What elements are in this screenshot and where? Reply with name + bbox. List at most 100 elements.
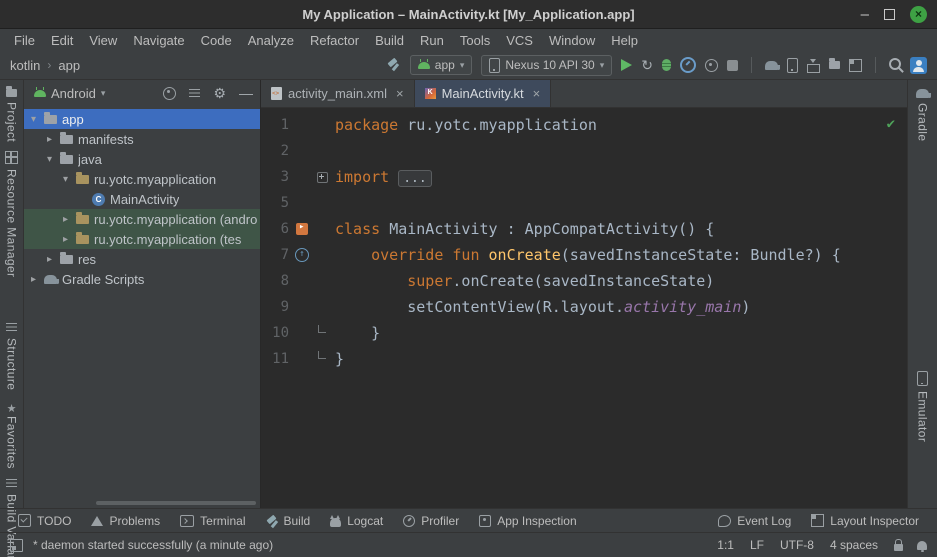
tool-button-favorites[interactable]: Favorites: [5, 399, 19, 469]
tool-button-project[interactable]: Project: [5, 89, 19, 142]
code-text[interactable]: }: [335, 324, 380, 342]
chevron-right-icon[interactable]: ▸: [44, 254, 55, 265]
menu-navigate[interactable]: Navigate: [125, 33, 192, 48]
sdk-manager-icon[interactable]: [807, 64, 820, 73]
status-message[interactable]: * daemon started successfully (a minute …: [33, 538, 273, 552]
fold-plus-icon[interactable]: [317, 172, 328, 183]
menu-build[interactable]: Build: [367, 33, 412, 48]
chevron-right-icon[interactable]: ▸: [60, 234, 71, 245]
tree-item-gradle-scripts[interactable]: ▸Gradle Scripts: [24, 269, 260, 289]
debug-button[interactable]: [662, 59, 671, 71]
tree-item-mainactivity[interactable]: MainActivity: [24, 189, 260, 209]
code-text[interactable]: super.onCreate(savedInstanceState): [335, 272, 714, 290]
chevron-down-icon[interactable]: ▾: [44, 154, 55, 165]
maximize-button[interactable]: [884, 9, 895, 20]
tree-item-app[interactable]: ▾app: [24, 109, 260, 129]
status-line-separator[interactable]: LF: [750, 538, 764, 552]
fold-end-icon[interactable]: [318, 325, 326, 333]
chevron-right-icon[interactable]: ▸: [28, 274, 39, 285]
device-manager-icon[interactable]: [787, 58, 798, 73]
device-file-explorer-icon[interactable]: [829, 61, 840, 69]
profile-avatar[interactable]: [910, 57, 927, 74]
close-tab-icon[interactable]: ×: [396, 86, 404, 101]
chevron-down-icon[interactable]: ▾: [60, 174, 71, 185]
menu-tools[interactable]: Tools: [452, 33, 498, 48]
code-text[interactable]: }: [335, 350, 344, 368]
run-button[interactable]: [621, 59, 632, 71]
attach-debugger-icon[interactable]: [705, 59, 718, 72]
tool-button-app-inspection[interactable]: App Inspection: [469, 514, 586, 528]
bottom-left-group: TODOProblemsTerminalBuildLogcatProfilerA…: [8, 514, 587, 528]
hide-panel-icon[interactable]: —: [239, 86, 253, 100]
tool-button-logcat[interactable]: Logcat: [320, 514, 393, 528]
status-indent-style[interactable]: 4 spaces: [830, 538, 878, 552]
chevron-right-icon[interactable]: ▸: [44, 134, 55, 145]
gutter-icon-slot: [289, 223, 315, 235]
tool-button-profiler[interactable]: Profiler: [393, 514, 469, 528]
chevron-right-icon[interactable]: ▸: [60, 214, 71, 225]
menu-file[interactable]: File: [6, 33, 43, 48]
tree-item-ru-yotc-myapplication-andro[interactable]: ▸ru.yotc.myapplication (andro: [24, 209, 260, 229]
menu-vcs[interactable]: VCS: [498, 33, 541, 48]
profile-button[interactable]: [680, 57, 696, 73]
lock-icon[interactable]: [894, 544, 903, 551]
sync-gradle-icon[interactable]: [765, 61, 778, 70]
layout-validation-icon[interactable]: [849, 59, 862, 72]
menu-help[interactable]: Help: [603, 33, 646, 48]
collapse-all-icon[interactable]: [189, 88, 200, 99]
code-text[interactable]: import ...: [335, 168, 432, 186]
horizontal-scrollbar[interactable]: [96, 501, 256, 505]
tool-button-build[interactable]: Build: [256, 514, 321, 528]
menu-code[interactable]: Code: [193, 33, 240, 48]
titlebar[interactable]: My Application – MainActivity.kt [My_App…: [0, 0, 937, 29]
tab-mainactivity-kt[interactable]: MainActivity.kt×: [415, 80, 552, 107]
tab-activity-main-xml[interactable]: activity_main.xml×: [261, 80, 415, 107]
stop-button[interactable]: [727, 60, 738, 71]
apply-changes-icon[interactable]: ↻: [641, 58, 653, 72]
run-configuration-select[interactable]: app ▾: [410, 55, 473, 75]
device-select[interactable]: Nexus 10 API 30 ▾: [481, 55, 612, 76]
menu-refactor[interactable]: Refactor: [302, 33, 367, 48]
menu-run[interactable]: Run: [412, 33, 452, 48]
chevron-down-icon[interactable]: ▾: [28, 114, 39, 125]
menu-window[interactable]: Window: [541, 33, 603, 48]
fold-end-icon[interactable]: [318, 351, 326, 359]
tree-item-manifests[interactable]: ▸manifests: [24, 129, 260, 149]
breadcrumb-project[interactable]: kotlin: [10, 58, 40, 73]
close-tab-icon[interactable]: ×: [533, 86, 541, 101]
tool-button-layout-inspector[interactable]: Layout Inspector: [801, 514, 929, 528]
code-text[interactable]: override fun onCreate(savedInstanceState…: [335, 246, 841, 264]
status-caret-position[interactable]: 1:1: [717, 538, 734, 552]
code-text[interactable]: class MainActivity : AppCompatActivity()…: [335, 220, 714, 238]
status-encoding[interactable]: UTF-8: [780, 538, 814, 552]
tool-button-todo[interactable]: TODO: [8, 514, 81, 528]
search-icon[interactable]: [889, 58, 901, 70]
tree-item-java[interactable]: ▾java: [24, 149, 260, 169]
tool-button-structure[interactable]: Structure: [5, 322, 19, 390]
tree-item-ru-yotc-myapplication-tes[interactable]: ▸ ru.yotc.myapplication (tes: [24, 229, 260, 249]
tool-button-problems[interactable]: Problems: [81, 514, 170, 528]
editor-code[interactable]: ✔ 1package ru.yotc.myapplication23import…: [261, 108, 907, 508]
tool-button-terminal[interactable]: Terminal: [170, 514, 255, 528]
menu-view[interactable]: View: [81, 33, 125, 48]
toolwindow-switcher-icon[interactable]: [10, 539, 23, 552]
tool-button-resource-manager[interactable]: Resource Manager: [5, 151, 19, 277]
notifications-bell-icon[interactable]: [917, 541, 927, 550]
tree-item-ru-yotc-myapplication[interactable]: ▾ru.yotc.myapplication: [24, 169, 260, 189]
project-view-select[interactable]: Android ▾: [31, 84, 108, 103]
settings-gear-icon[interactable]: ⚙: [213, 86, 226, 100]
close-button[interactable]: ×: [910, 6, 927, 23]
breadcrumb-module[interactable]: app: [58, 58, 80, 73]
minimize-button[interactable]: –: [861, 7, 869, 22]
tool-button-gradle[interactable]: Gradle: [916, 89, 930, 141]
tool-button-event-log[interactable]: Event Log: [708, 514, 801, 528]
code-text[interactable]: package ru.yotc.myapplication: [335, 116, 597, 134]
code-text[interactable]: setContentView(R.layout.activity_main): [335, 298, 750, 316]
tree-item-label: ru.yotc.myapplication (tes: [94, 232, 241, 247]
locate-file-icon[interactable]: [163, 87, 176, 100]
menu-edit[interactable]: Edit: [43, 33, 81, 48]
build-hammer-icon[interactable]: [387, 58, 401, 72]
tool-button-emulator[interactable]: Emulator: [916, 371, 930, 442]
menu-analyze[interactable]: Analyze: [240, 33, 302, 48]
tree-item-res[interactable]: ▸res: [24, 249, 260, 269]
